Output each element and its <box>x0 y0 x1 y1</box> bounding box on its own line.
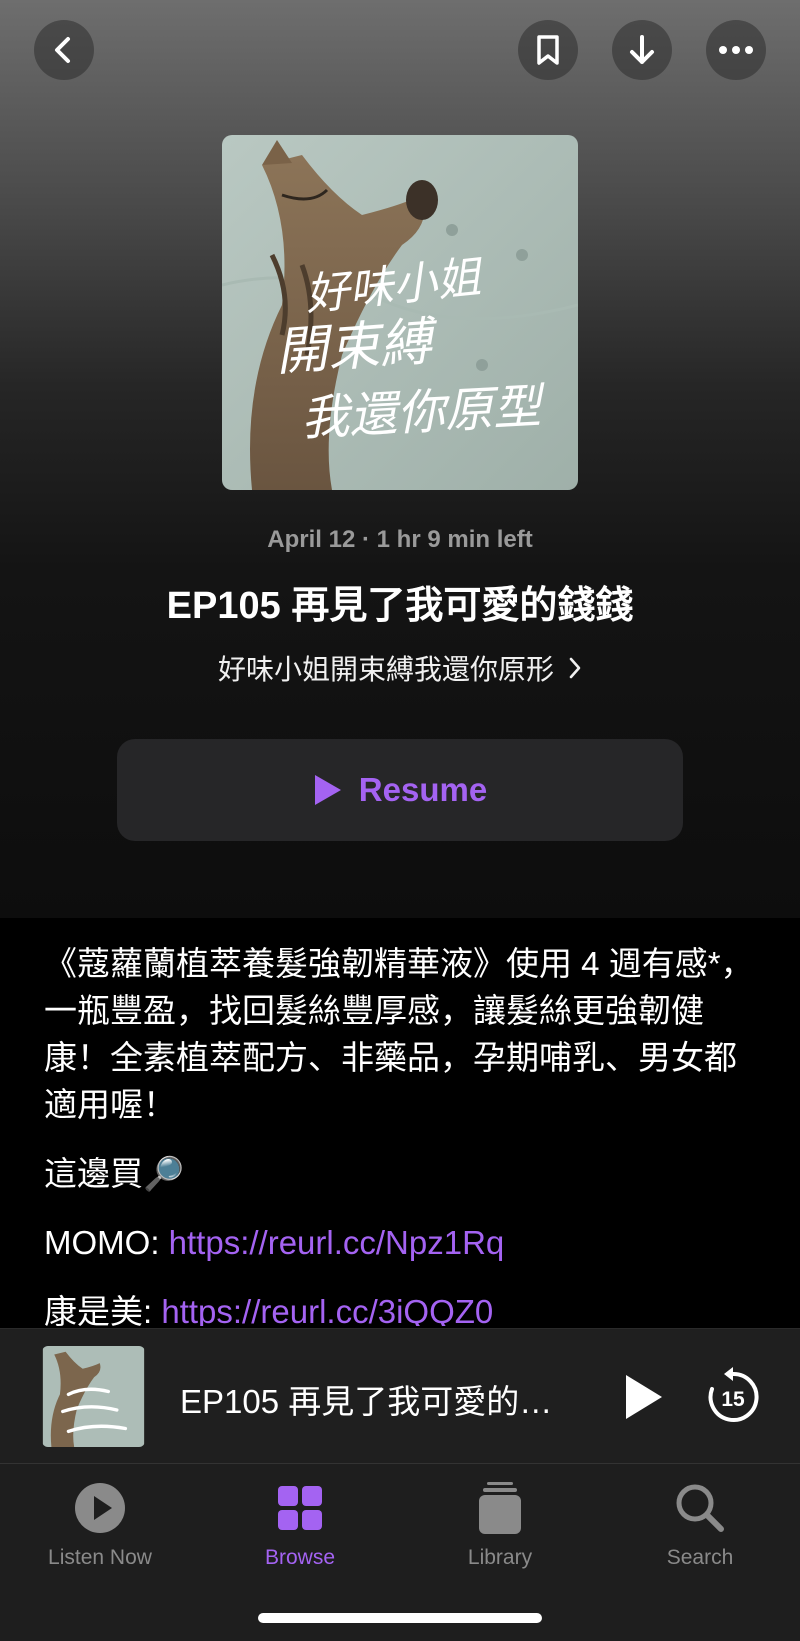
back-button[interactable] <box>34 20 94 80</box>
download-arrow-icon <box>630 35 654 64</box>
episode-title: EP105 再見了我可愛的錢錢 <box>166 585 634 627</box>
show-name: 好味小姐開束縛我還你原形 <box>217 654 554 685</box>
search-icon <box>676 1484 724 1532</box>
tab-label-listen-now: Listen Now <box>48 1546 152 1569</box>
play-icon <box>314 775 341 805</box>
episode-description: 《蔻蘿蘭植萃養髮強韌精華液》使用 4 週有感*，一瓶豐盈，找回髮絲豐厚感，讓髮絲… <box>44 940 756 1326</box>
bookmark-icon <box>537 35 559 65</box>
download-button[interactable] <box>612 20 672 80</box>
chevron-left-icon <box>55 37 70 63</box>
kangshimei-label: 康是美: <box>44 1293 162 1326</box>
episode-meta: April 12 · 1 hr 9 min left <box>267 526 533 553</box>
mini-player-title: EP105 再見了我可愛的錢錢 <box>180 1383 560 1420</box>
play-circle-icon <box>75 1483 125 1533</box>
ellipsis-icon <box>719 46 753 54</box>
artwork-line-2: 開束縛 <box>274 312 442 383</box>
skip-back-15-icon: 15 <box>708 1367 759 1422</box>
play-icon <box>626 1375 662 1419</box>
home-indicator <box>258 1613 542 1623</box>
momo-label: MOMO: <box>44 1224 169 1261</box>
tab-library[interactable]: Library <box>420 1478 580 1570</box>
skip-back-15-label: 15 <box>721 1388 745 1411</box>
tab-label-search: Search <box>666 1546 734 1569</box>
momo-link[interactable]: https://reurl.cc/Npz1Rq <box>169 1224 505 1261</box>
episode-artwork: 好味小姐 開束縛 我還你原型 <box>222 135 578 490</box>
description-buy-here: 這邊買🔎 <box>44 1155 185 1192</box>
grid-icon <box>278 1486 322 1530</box>
library-stack-icon <box>479 1482 521 1534</box>
tab-search[interactable]: Search <box>620 1478 780 1570</box>
mini-player[interactable]: EP105 再見了我可愛的錢錢 15 <box>0 1328 800 1464</box>
mini-play-button[interactable] <box>614 1369 670 1425</box>
description-kangshimei-line: 康是美: https://reurl.cc/3iQQZ0 <box>44 1288 756 1326</box>
tab-label-browse: Browse <box>264 1546 336 1569</box>
more-options-button[interactable] <box>706 20 766 80</box>
bookmark-button[interactable] <box>518 20 578 80</box>
show-link[interactable]: 好味小姐開束縛我還你原形 <box>0 648 800 688</box>
kangshimei-link[interactable]: https://reurl.cc/3iQQZ0 <box>161 1293 493 1326</box>
mini-player-artwork <box>42 1346 145 1447</box>
tab-browse[interactable]: Browse <box>220 1478 380 1570</box>
skip-back-15-button[interactable]: 15 <box>702 1365 764 1427</box>
tab-label-library: Library <box>467 1546 533 1569</box>
resume-button[interactable]: Resume <box>117 739 683 841</box>
description-momo-line: MOMO: https://reurl.cc/Npz1Rq <box>44 1219 756 1266</box>
tab-listen-now[interactable]: Listen Now <box>20 1478 180 1570</box>
resume-label: Resume <box>358 771 488 808</box>
description-paragraph: 《蔻蘿蘭植萃養髮強韌精華液》使用 4 週有感*，一瓶豐盈，找回髮絲豐厚感，讓髮絲… <box>44 945 754 1123</box>
chevron-right-icon <box>569 657 581 679</box>
